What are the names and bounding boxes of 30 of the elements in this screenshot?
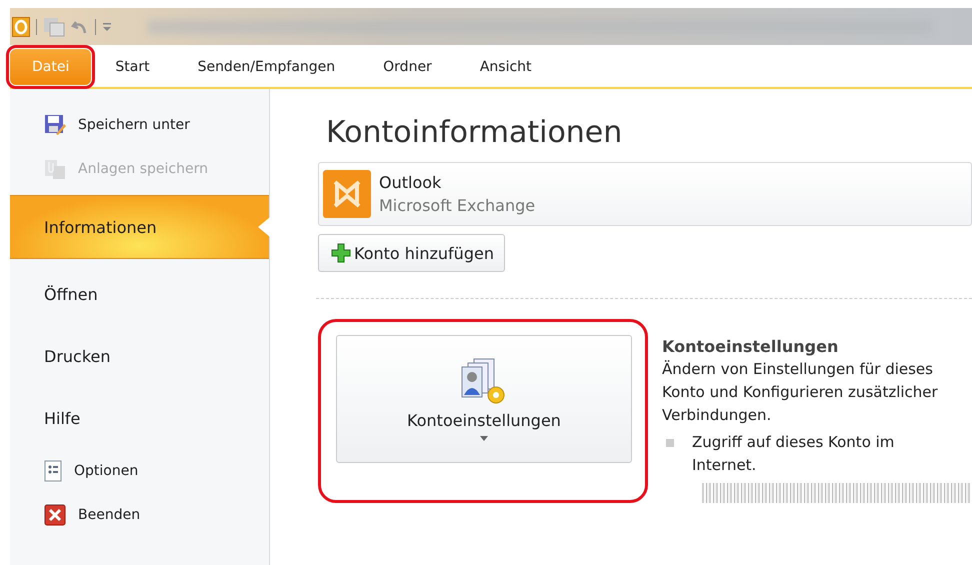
ribbon-tab[interactable]: Ordner bbox=[359, 49, 456, 85]
ribbon-tab[interactable]: Senden/Empfangen bbox=[174, 49, 360, 85]
attachment-icon bbox=[44, 158, 66, 180]
sidebar-item[interactable]: Drucken bbox=[10, 325, 269, 387]
undo-icon[interactable] bbox=[71, 18, 89, 34]
bullet-text: Zugriff auf dieses Konto im Internet. bbox=[692, 432, 896, 476]
plus-icon bbox=[331, 243, 351, 263]
account-type: Microsoft Exchange bbox=[379, 196, 536, 215]
account-settings-button[interactable]: Kontoeinstellungen bbox=[336, 335, 632, 463]
sidebar-command[interactable]: Speichern unter bbox=[10, 103, 269, 147]
sidebar-item[interactable]: Informationen bbox=[10, 195, 269, 259]
document-icon bbox=[44, 460, 62, 482]
section-title: Kontoeinstellungen bbox=[662, 336, 840, 358]
close-icon bbox=[44, 504, 66, 526]
account-name: Outlook bbox=[379, 173, 442, 192]
section-description: Ändern von Einstellungen für dieses Konto und Konfigurieren zusätzlicher Verbindungen. bbox=[662, 359, 939, 426]
dropdown-icon[interactable] bbox=[102, 22, 112, 32]
app-logo-icon[interactable] bbox=[12, 16, 30, 36]
save-as-icon bbox=[44, 114, 66, 136]
ribbon-tab[interactable]: Ansicht bbox=[456, 49, 556, 85]
add-account-button[interactable]: Konto hinzufügen bbox=[318, 234, 505, 272]
sidebar-item[interactable]: Öffnen bbox=[10, 263, 269, 325]
ribbon-tab[interactable]: Start bbox=[91, 49, 174, 85]
caret-icon bbox=[480, 436, 488, 441]
page-heading: Kontoinformationen bbox=[326, 115, 624, 150]
bullet-icon bbox=[666, 439, 674, 447]
sidebar-command[interactable]: Optionen bbox=[10, 449, 269, 493]
sidebar-item[interactable]: Hilfe bbox=[10, 387, 269, 449]
account-card[interactable]: Outlook Microsoft Exchange bbox=[318, 162, 972, 226]
sidebar-command[interactable]: Beenden bbox=[10, 493, 269, 537]
